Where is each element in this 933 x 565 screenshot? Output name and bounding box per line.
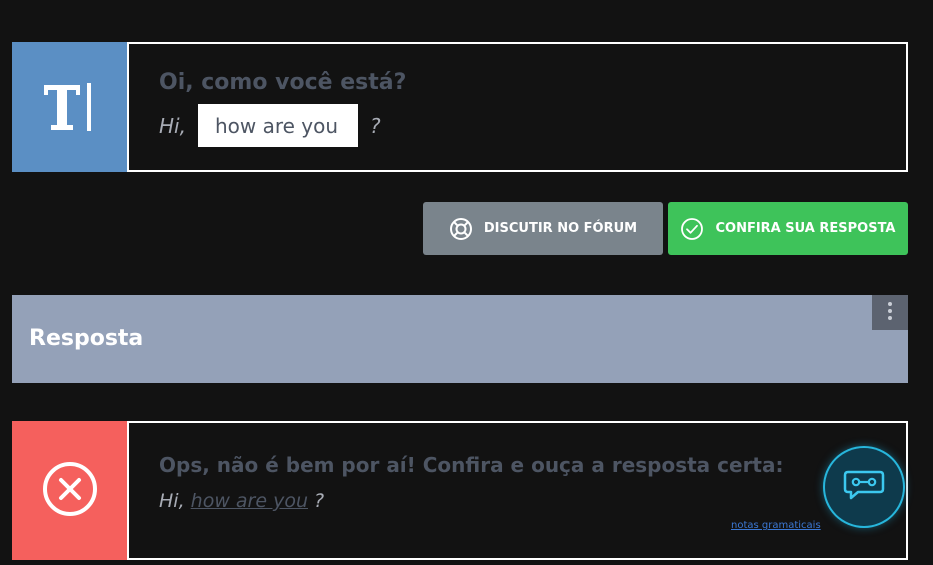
check-answer-label: CONFIRA SUA RESPOSTA	[715, 221, 896, 236]
chat-bot-icon	[842, 469, 886, 505]
exercise-card: Oi, como você está? Hi, ?	[12, 42, 908, 172]
discuss-forum-label: DISCUTIR NO FÓRUM	[483, 221, 638, 236]
answer-section-title: Resposta	[29, 326, 144, 351]
exercise-sentence: Hi, ?	[159, 104, 381, 147]
check-circle-icon	[680, 217, 704, 241]
exercise-body: Oi, como você está? Hi, ?	[127, 42, 908, 172]
feedback-sentence-suffix: ?	[314, 490, 325, 512]
answer-input[interactable]	[197, 104, 358, 147]
error-x-circle-icon	[42, 461, 98, 521]
section-menu-button[interactable]	[872, 295, 908, 330]
feedback-body: Ops, não é bem por aí! Confira e ouça a …	[127, 421, 908, 560]
feedback-card: Ops, não é bem por aí! Confira e ouça a …	[12, 421, 908, 560]
assistant-chat-button[interactable]	[825, 448, 903, 526]
exercise-prompt: Oi, como você está?	[159, 70, 407, 95]
kebab-menu-icon	[887, 301, 893, 325]
text-cursor-icon	[40, 77, 100, 137]
feedback-status-box	[12, 421, 127, 560]
answer-section-header: Resposta	[12, 295, 908, 383]
feedback-sentence: Hi, how are you ?	[159, 490, 324, 512]
lifebuoy-icon	[449, 217, 473, 241]
grammar-notes-link[interactable]: notas gramaticais	[731, 520, 821, 531]
sentence-prefix: Hi,	[159, 113, 186, 138]
feedback-sentence-prefix: Hi,	[159, 490, 185, 512]
feedback-message: Ops, não é bem por aí! Confira e ouça a …	[159, 453, 784, 477]
exercise-type-box	[12, 42, 127, 172]
correct-answer-audio-link[interactable]: how are you	[191, 490, 308, 512]
sentence-suffix: ?	[369, 113, 381, 138]
discuss-forum-button[interactable]: DISCUTIR NO FÓRUM	[423, 202, 663, 255]
check-answer-button[interactable]: CONFIRA SUA RESPOSTA	[668, 202, 908, 255]
